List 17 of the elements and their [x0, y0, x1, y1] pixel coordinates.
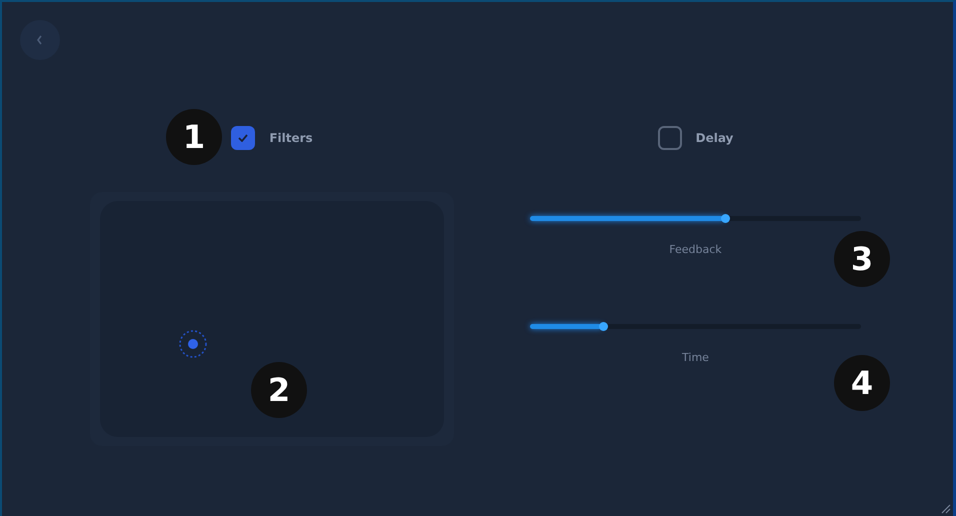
callout-number: 4: [834, 355, 890, 411]
slider-label: Feedback: [669, 243, 722, 256]
slider-thumb[interactable]: [598, 322, 608, 331]
checkbox-label: Delay: [696, 131, 734, 145]
slider-label: Time: [682, 351, 709, 364]
checkbox[interactable]: [658, 126, 682, 150]
slider-track[interactable]: [530, 324, 861, 329]
callout-number: 1: [166, 109, 222, 165]
checkbox[interactable]: [231, 126, 256, 150]
resize-grip-icon[interactable]: [939, 502, 951, 514]
check-icon: [238, 134, 248, 142]
pad-handle[interactable]: [178, 329, 208, 359]
slider-thumb[interactable]: [721, 214, 730, 223]
back-icon: [36, 35, 44, 45]
callout-number: 3: [834, 231, 890, 287]
slider-track[interactable]: [530, 216, 861, 221]
checkbox-label: Filters: [269, 131, 313, 145]
